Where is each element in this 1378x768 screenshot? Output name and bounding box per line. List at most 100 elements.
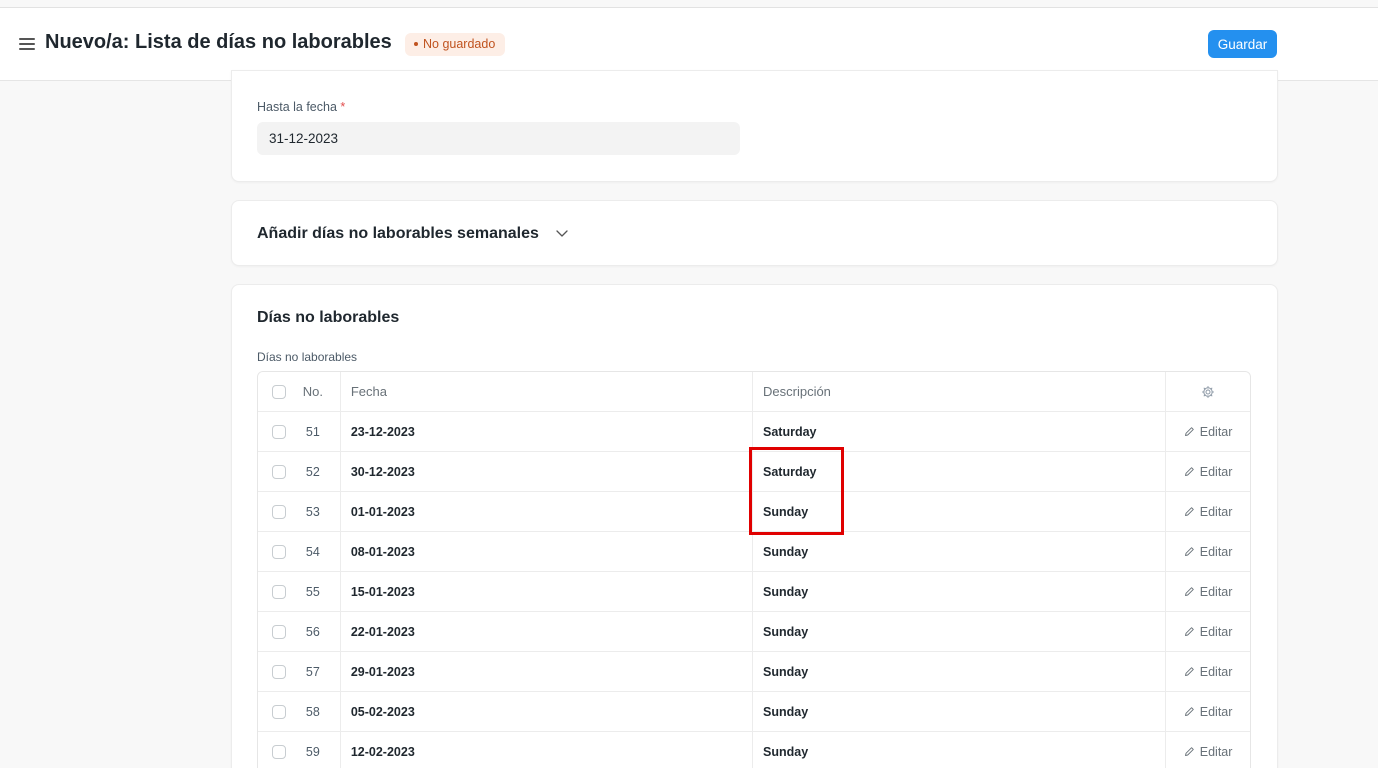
table-row[interactable]: 53 01-01-2023 Sunday Editar bbox=[258, 492, 1250, 532]
row-select-cell bbox=[258, 492, 286, 531]
table-row[interactable]: 54 08-01-2023 Sunday Editar bbox=[258, 532, 1250, 572]
row-actions: Editar bbox=[1166, 412, 1250, 451]
row-checkbox[interactable] bbox=[271, 624, 286, 639]
to-date-input[interactable]: 31-12-2023 bbox=[257, 122, 740, 155]
row-date[interactable]: 23-12-2023 bbox=[341, 412, 753, 451]
table-row[interactable]: 58 05-02-2023 Sunday Editar bbox=[258, 692, 1250, 732]
edit-button[interactable]: Editar bbox=[1184, 704, 1233, 719]
row-actions: Editar bbox=[1166, 572, 1250, 611]
row-actions: Editar bbox=[1166, 452, 1250, 491]
edit-button[interactable]: Editar bbox=[1184, 505, 1232, 519]
row-actions: Editar bbox=[1166, 652, 1250, 691]
table-row[interactable]: 56 22-01-2023 Sunday Editar bbox=[258, 612, 1250, 652]
row-checkbox[interactable] bbox=[271, 464, 286, 479]
pencil-icon bbox=[1184, 507, 1194, 516]
holidays-title: Días no laborables bbox=[257, 309, 400, 326]
to-date-label: Hasta la fecha * bbox=[257, 100, 345, 114]
row-checkbox[interactable] bbox=[271, 424, 286, 439]
table-row[interactable]: 59 12-02-2023 Sunday Editar bbox=[258, 732, 1250, 768]
edit-button[interactable]: Editar bbox=[1184, 745, 1232, 759]
pencil-icon bbox=[1184, 627, 1194, 636]
required-mark: * bbox=[340, 100, 346, 114]
row-description[interactable]: Sunday bbox=[753, 572, 1167, 611]
edit-label: Editar bbox=[1199, 664, 1233, 679]
chevron-down-icon[interactable] bbox=[555, 226, 569, 240]
holidays-table-label: Días no laborables bbox=[257, 350, 358, 364]
edit-label: Editar bbox=[1199, 424, 1233, 439]
table-body: 51 23-12-2023 Saturday Editar 52 30-12-2… bbox=[258, 412, 1250, 768]
row-date[interactable]: 01-01-2023 bbox=[341, 492, 753, 531]
edit-button[interactable]: Editar bbox=[1184, 544, 1233, 559]
to-date-label-text: Hasta la fecha bbox=[257, 100, 337, 114]
top-strip bbox=[0, 0, 1378, 8]
row-date[interactable]: 29-01-2023 bbox=[341, 652, 753, 691]
row-select-cell bbox=[258, 572, 286, 611]
row-checkbox[interactable] bbox=[271, 544, 286, 559]
pencil-icon bbox=[1184, 547, 1194, 556]
pencil-icon bbox=[1184, 667, 1194, 676]
column-settings bbox=[1166, 372, 1250, 411]
row-number: 53 bbox=[286, 492, 341, 531]
row-checkbox[interactable] bbox=[271, 504, 286, 519]
row-checkbox[interactable] bbox=[271, 744, 286, 759]
edit-button[interactable]: Editar bbox=[1184, 664, 1233, 679]
pencil-icon bbox=[1184, 747, 1194, 756]
row-actions: Editar bbox=[1166, 492, 1250, 531]
save-button[interactable]: Guardar bbox=[1208, 30, 1277, 58]
row-date[interactable]: 30-12-2023 bbox=[341, 452, 753, 491]
page-title: Nuevo/a: Lista de días no laborables bbox=[45, 31, 392, 53]
edit-label: Editar bbox=[1199, 544, 1233, 559]
row-checkbox[interactable] bbox=[271, 584, 286, 599]
table-row[interactable]: 57 29-01-2023 Sunday Editar bbox=[258, 652, 1250, 692]
row-description[interactable]: Saturday bbox=[753, 452, 1167, 491]
row-actions: Editar bbox=[1166, 692, 1250, 731]
edit-button[interactable]: Editar bbox=[1184, 424, 1233, 439]
edit-button[interactable]: Editar bbox=[1184, 464, 1233, 479]
row-number: 56 bbox=[286, 612, 341, 651]
column-no: No. bbox=[286, 372, 341, 411]
row-number: 59 bbox=[286, 732, 341, 768]
weekly-off-section[interactable]: Añadir días no laborables semanales bbox=[231, 200, 1278, 266]
column-description: Descripción bbox=[753, 372, 1167, 411]
row-description[interactable]: Sunday bbox=[753, 532, 1167, 571]
edit-label: Editar bbox=[1199, 704, 1233, 719]
select-all-checkbox[interactable] bbox=[271, 384, 286, 399]
edit-button[interactable]: Editar bbox=[1184, 624, 1233, 639]
edit-button[interactable]: Editar bbox=[1184, 585, 1232, 599]
pencil-icon bbox=[1184, 587, 1194, 596]
row-description[interactable]: Sunday bbox=[753, 732, 1167, 768]
row-checkbox[interactable] bbox=[271, 664, 286, 679]
row-date[interactable]: 08-01-2023 bbox=[341, 532, 753, 571]
row-description[interactable]: Sunday bbox=[753, 652, 1167, 691]
pencil-icon bbox=[1184, 427, 1194, 436]
row-select-cell bbox=[258, 652, 286, 691]
row-actions: Editar bbox=[1166, 612, 1250, 651]
row-date[interactable]: 05-02-2023 bbox=[341, 692, 753, 731]
row-number: 57 bbox=[286, 652, 341, 691]
row-date[interactable]: 12-02-2023 bbox=[341, 732, 753, 768]
edit-label: Editar bbox=[1199, 464, 1233, 479]
table-row[interactable]: 52 30-12-2023 Saturday Editar bbox=[258, 452, 1250, 492]
gear-icon[interactable] bbox=[1201, 385, 1215, 399]
row-description[interactable]: Sunday bbox=[753, 692, 1167, 731]
status-dot-icon bbox=[414, 41, 418, 46]
row-actions: Editar bbox=[1166, 532, 1250, 571]
table-header: No. Fecha Descripción bbox=[258, 372, 1250, 412]
row-number: 55 bbox=[286, 572, 341, 611]
pencil-icon bbox=[1184, 467, 1194, 476]
row-actions: Editar bbox=[1166, 732, 1250, 768]
row-description[interactable]: Sunday bbox=[753, 612, 1167, 651]
row-select-cell bbox=[258, 532, 286, 571]
row-date[interactable]: 22-01-2023 bbox=[341, 612, 753, 651]
table-row[interactable]: 55 15-01-2023 Sunday Editar bbox=[258, 572, 1250, 612]
row-description[interactable]: Saturday bbox=[753, 412, 1167, 451]
row-select-cell bbox=[258, 612, 286, 651]
hamburger-icon[interactable] bbox=[19, 38, 35, 50]
holidays-table: No. Fecha Descripción 51 23-12-2023 Satu… bbox=[257, 371, 1251, 768]
row-select-cell bbox=[258, 452, 286, 491]
row-description[interactable]: Sunday bbox=[753, 492, 1167, 531]
row-date[interactable]: 15-01-2023 bbox=[341, 572, 753, 611]
edit-label: Editar bbox=[1199, 624, 1233, 639]
table-row[interactable]: 51 23-12-2023 Saturday Editar bbox=[258, 412, 1250, 452]
row-checkbox[interactable] bbox=[271, 704, 286, 719]
